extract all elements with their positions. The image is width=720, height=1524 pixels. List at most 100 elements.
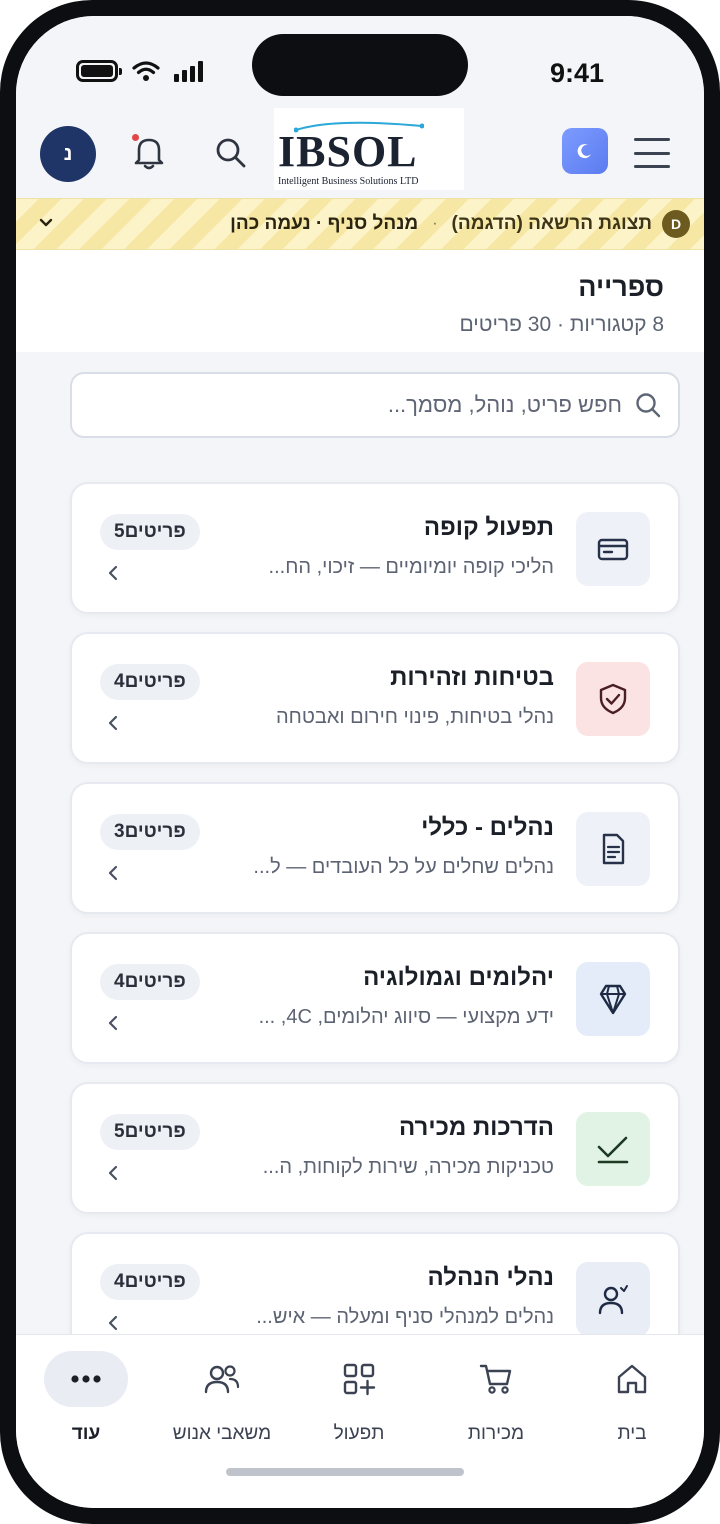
nav-item-operations[interactable]: תפעול <box>299 1351 419 1461</box>
chevron-left-icon <box>108 1315 118 1331</box>
category-count-badge: 4פריטים <box>100 1264 200 1300</box>
nav-label: תפעול <box>333 1423 385 1444</box>
nav-label: מכירות <box>467 1423 525 1444</box>
nav-icon-wrap <box>454 1351 538 1407</box>
category-card-sales-training[interactable]: הדרכות מכירה טכניקות מכירה, שירות לקוחות… <box>70 1082 680 1214</box>
category-count-badge: 4פריטים <box>100 664 200 700</box>
page-title: ספרייה <box>578 272 664 302</box>
chart-check-icon <box>597 1136 629 1164</box>
nav-icon-wrap <box>317 1351 401 1407</box>
category-title: תפעול קופה <box>423 514 554 541</box>
diamond-icon <box>599 984 627 1015</box>
nav-icon-wrap <box>44 1351 128 1407</box>
category-icon-box <box>576 1112 650 1186</box>
category-description: נהלים שחלים על כל העובדים — ל... <box>253 856 554 878</box>
menu-line <box>634 138 670 141</box>
home-icon <box>617 1364 647 1394</box>
nav-label: בית <box>617 1423 647 1444</box>
ibsol-logo: IBSOL Intelligent Business Solutions LTD <box>274 108 464 190</box>
chevron-left-icon <box>108 1165 118 1181</box>
nav-icon-wrap <box>180 1351 264 1407</box>
document-icon <box>602 833 625 865</box>
menu-button[interactable] <box>634 138 670 168</box>
chevron-left-icon <box>108 565 118 581</box>
category-card-safety[interactable]: בטיחות וזהירות נהלי בטיחות, פינוי חירום … <box>70 632 680 764</box>
category-list: תפעול קופה הליכי קופה יומיומיים — זיכוי,… <box>70 482 680 1334</box>
category-title: נהלים - כללי <box>421 814 554 841</box>
category-icon-box <box>576 512 650 586</box>
category-card-cash-register[interactable]: תפעול קופה הליכי קופה יומיומיים — זיכוי,… <box>70 482 680 614</box>
category-icon-box <box>576 1262 650 1334</box>
category-card-management[interactable]: נהלי הנהלה נהלים למנהלי סניף ומעלה — איש… <box>70 1232 680 1334</box>
category-description: ידע מקצועי — סיווג יהלומים, 4C, ... <box>258 1006 554 1028</box>
category-icon-box <box>576 812 650 886</box>
logo-text: IBSOL <box>278 127 418 176</box>
more-icon <box>71 1375 101 1383</box>
category-title: הדרכות מכירה <box>399 1114 554 1141</box>
notification-dot <box>132 134 139 141</box>
category-count-badge: 5פריטים <box>100 514 200 550</box>
status-time: 9:41 <box>549 58 604 88</box>
category-card-general-procedures[interactable]: נהלים - כללי נהלים שחלים על כל העובדים —… <box>70 782 680 914</box>
category-title: נהלי הנהלה <box>427 1264 554 1291</box>
category-icon-box <box>576 962 650 1036</box>
category-title: בטיחות וזהירות <box>390 664 554 691</box>
app-screen: 9:41 נ IBSOL Intelligent Business Soluti… <box>16 16 704 1508</box>
chevron-down-icon[interactable] <box>38 215 54 231</box>
nav-item-more[interactable]: עוד <box>26 1351 146 1461</box>
category-description: הליכי קופה יומיומיים — זיכוי, הח... <box>268 556 554 578</box>
user-manager-icon <box>598 1285 628 1315</box>
demo-badge: D <box>662 210 690 238</box>
nav-item-home[interactable]: בית <box>572 1351 692 1461</box>
category-count-badge: 5פריטים <box>100 1114 200 1150</box>
nav-item-hr[interactable]: משאבי אנוש <box>152 1351 292 1461</box>
cart-icon <box>479 1364 512 1394</box>
grid-plus-icon <box>343 1363 376 1396</box>
menu-line <box>634 165 670 168</box>
logo-tagline: Intelligent Business Solutions LTD <box>278 176 419 187</box>
nav-label: עוד <box>71 1423 101 1444</box>
demo-user-role: מנהל סניף · נעמה כהן <box>230 213 419 234</box>
wifi-icon <box>132 61 160 81</box>
battery-icon <box>76 60 122 82</box>
demo-separator: · <box>432 215 438 232</box>
search-icon <box>636 393 661 418</box>
user-avatar[interactable]: נ <box>40 126 96 182</box>
nav-label: משאבי אנוש <box>172 1423 272 1444</box>
category-icon-box <box>576 662 650 736</box>
page-header: ספרייה 8 קטגוריות · 30 פריטים <box>16 250 704 352</box>
library-search[interactable] <box>70 372 680 438</box>
demo-permission-banner[interactable]: D תצוגת הרשאה (הדגמה) · מנהל סניף · נעמה… <box>16 198 704 250</box>
library-content: תפעול קופה הליכי קופה יומיומיים — זיכוי,… <box>46 352 704 1334</box>
moon-icon <box>577 144 591 159</box>
bottom-navigation: בית מכירות תפעול משאבי אנוש עוד <box>16 1334 704 1508</box>
nav-item-sales[interactable]: מכירות <box>436 1351 556 1461</box>
category-description: נהלי בטיחות, פינוי חירום ואבטחה <box>275 706 554 728</box>
category-count-badge: 3פריטים <box>100 814 200 850</box>
header-search-button[interactable] <box>214 136 248 170</box>
category-count-badge: 4פריטים <box>100 964 200 1000</box>
signal-icon <box>174 60 203 82</box>
chevron-left-icon <box>108 865 118 881</box>
search-icon <box>216 138 246 168</box>
page-subtitle: 8 קטגוריות · 30 פריטים <box>459 313 664 336</box>
search-input[interactable] <box>102 392 622 418</box>
shield-check-icon <box>599 683 627 715</box>
chevron-left-icon <box>108 1015 118 1031</box>
notifications-button[interactable] <box>132 132 166 172</box>
category-description: נהלים למנהלי סניף ומעלה — איש... <box>256 1306 554 1328</box>
category-title: יהלומים וגמולוגיה <box>363 964 554 991</box>
status-icons <box>76 60 203 82</box>
category-card-diamonds[interactable]: יהלומים וגמולוגיה ידע מקצועי — סיווג יהל… <box>70 932 680 1064</box>
nav-icon-wrap <box>590 1351 674 1407</box>
dynamic-island <box>252 34 468 96</box>
category-description: טכניקות מכירה, שירות לקוחות, ה... <box>262 1156 554 1178</box>
demo-label: תצוגת הרשאה (הדגמה) <box>451 213 652 234</box>
status-bar: 9:41 <box>16 16 704 108</box>
menu-line <box>634 151 670 155</box>
app-header: נ IBSOL Intelligent Business Solutions L… <box>16 108 704 198</box>
theme-toggle-button[interactable] <box>562 128 608 174</box>
people-icon <box>204 1365 240 1394</box>
credit-card-icon <box>597 538 629 561</box>
phone-frame: 9:41 נ IBSOL Intelligent Business Soluti… <box>0 0 720 1524</box>
